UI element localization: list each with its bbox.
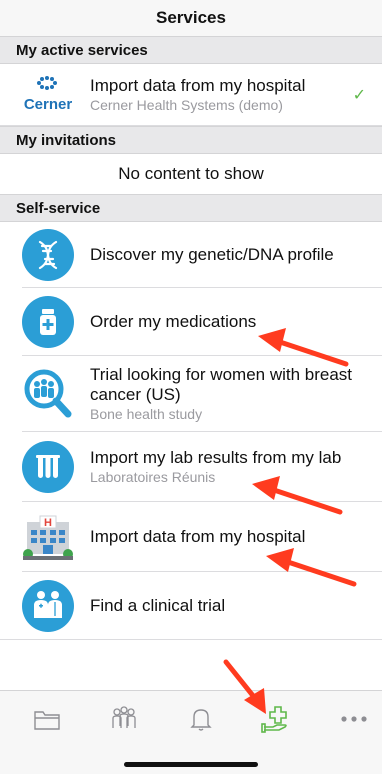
- active-service-subtitle: Cerner Health Systems (demo): [90, 97, 283, 114]
- cerner-logo: Cerner: [22, 69, 74, 121]
- people-magnifier-icon: [22, 368, 74, 420]
- svg-text:H: H: [44, 517, 52, 529]
- empty-invitations-text: No content to show: [118, 164, 264, 183]
- self-service-item-title: Trial looking for women with breast canc…: [90, 364, 353, 405]
- home-indicator: [124, 762, 258, 767]
- active-service-title: Import data from my hospital: [90, 75, 306, 95]
- active-service-item[interactable]: Cerner Import data from my hospital Cern…: [0, 64, 382, 126]
- section-header-invitations: My invitations: [0, 126, 382, 154]
- self-service-item-lab[interactable]: Import my lab results from my lab Labora…: [0, 432, 382, 502]
- self-service-item-dna[interactable]: Discover my genetic/DNA profile: [0, 222, 382, 288]
- hospital-building-icon: H: [22, 511, 74, 563]
- self-service-item-clinical-trial[interactable]: Find a clinical trial: [0, 572, 382, 640]
- tab-more[interactable]: [334, 703, 374, 735]
- bell-icon: [190, 709, 212, 731]
- tab-group[interactable]: [104, 703, 144, 735]
- self-service-item-title: Find a clinical trial: [90, 595, 226, 615]
- self-service-item-medications[interactable]: Order my medications: [0, 288, 382, 356]
- self-service-item-hospital[interactable]: H Import data from my hospital: [0, 502, 382, 572]
- test-tubes-icon: [22, 441, 74, 493]
- self-service-item-subtitle: Bone health study: [90, 406, 203, 423]
- tab-services[interactable]: [257, 703, 297, 735]
- self-service-item-title: Discover my genetic/DNA profile: [90, 244, 334, 264]
- doctors-icon: [22, 580, 74, 632]
- more-icon: [341, 716, 367, 722]
- self-service-item-trial[interactable]: Trial looking for women with breast canc…: [0, 356, 382, 432]
- dna-icon: [22, 229, 74, 281]
- tab-folder[interactable]: [27, 703, 67, 735]
- self-service-item-title: Order my medications: [90, 311, 257, 331]
- services-icon: [261, 706, 287, 733]
- self-service-item-title: Import my lab results from my lab: [90, 447, 342, 467]
- tab-notifications[interactable]: [181, 703, 221, 735]
- page-title: Services: [156, 8, 226, 27]
- cerner-logo-text: Cerner: [24, 96, 73, 113]
- group-icon: [112, 706, 136, 728]
- section-header-active-services: My active services: [0, 36, 382, 64]
- nav-bar: Services: [0, 0, 382, 36]
- section-header-self-service: Self-service: [0, 194, 382, 222]
- check-icon: ✓: [352, 87, 366, 104]
- folder-icon: [34, 711, 60, 730]
- self-service-item-title: Import data from my hospital: [90, 526, 306, 546]
- self-service-item-subtitle: Laboratoires Réunis: [90, 469, 216, 486]
- medication-bottle-icon: [22, 296, 74, 348]
